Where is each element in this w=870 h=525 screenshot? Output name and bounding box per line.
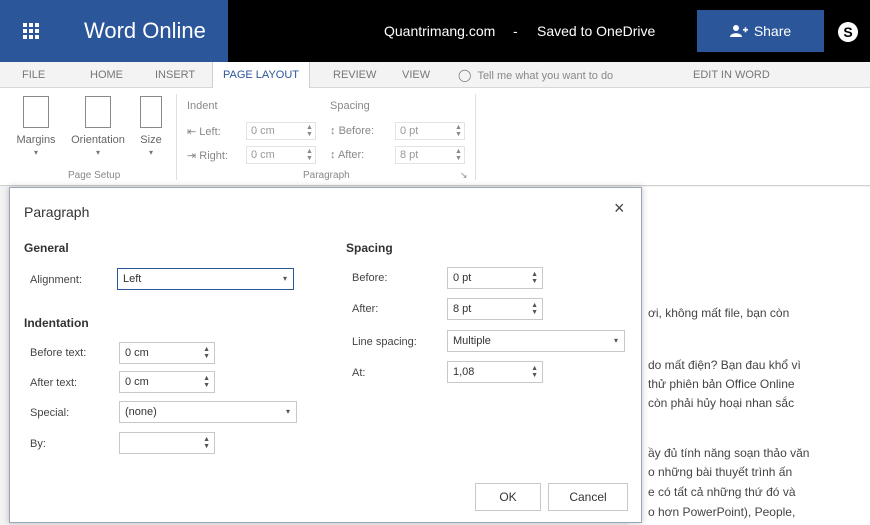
stepper-icon[interactable]: ▲ ▼ <box>531 365 538 379</box>
special-label: Special: <box>30 407 70 419</box>
ribbon-tabs: FILE HOME INSERT PAGE LAYOUT REVIEW VIEW… <box>0 62 870 88</box>
line-spacing-select[interactable]: Multiple ▾ <box>447 330 625 352</box>
tab-review[interactable]: REVIEW <box>333 62 376 88</box>
tab-view[interactable]: VIEW <box>402 62 430 88</box>
indent-right-icon: ⇥ <box>187 150 200 162</box>
tell-me-search[interactable]: ◯ Tell me what you want to do <box>458 62 613 88</box>
tab-file[interactable]: FILE <box>22 62 45 88</box>
spacing-before-dialog-input[interactable]: 0 pt ▲ ▼ <box>447 267 543 289</box>
stepper-icon[interactable]: ▲ ▼ <box>203 346 210 360</box>
before-text-input[interactable]: 0 cm ▲ ▼ <box>119 342 215 364</box>
stepper-icon[interactable]: ▲ ▼ <box>531 271 538 285</box>
ok-button[interactable]: OK <box>475 483 541 511</box>
add-person-icon <box>729 25 748 37</box>
spacing-before-spinner[interactable]: ▲ ▼ <box>455 124 462 138</box>
stepper-icon[interactable]: ▲ ▼ <box>203 375 210 389</box>
before-text-label: Before text: <box>30 347 87 359</box>
skype-icon[interactable]: S <box>838 22 858 42</box>
indent-right-spinner[interactable]: ▲ ▼ <box>306 148 313 162</box>
size-button[interactable]: Size ▾ <box>136 96 166 157</box>
tab-home[interactable]: HOME <box>90 62 123 88</box>
doc-text-line: thử phiên bản Office Online <box>648 377 795 391</box>
spacing-before-dialog-label: Before: <box>352 272 388 284</box>
page-setup-group-label: Page Setup <box>68 170 121 181</box>
lightbulb-icon: ◯ <box>458 68 472 82</box>
size-icon <box>140 96 162 128</box>
app-launcher-button[interactable] <box>0 0 62 62</box>
alignment-label: Alignment: <box>30 274 82 286</box>
indent-left-icon: ⇤ <box>187 126 200 138</box>
group-divider <box>176 94 177 180</box>
spacing-heading: Spacing <box>346 241 393 255</box>
doc-text-line: còn phải hủy hoại nhan sắc <box>648 396 795 410</box>
chevron-down-icon: ▾ <box>148 148 153 157</box>
by-input[interactable]: ▲ ▼ <box>119 432 215 454</box>
spacing-before-label: ↕ Before: <box>330 125 375 137</box>
close-icon[interactable]: × <box>614 198 625 219</box>
margins-button[interactable]: Margins ▾ <box>14 96 58 157</box>
size-label: Size <box>140 134 162 146</box>
app-name[interactable]: Word Online <box>62 0 228 62</box>
tab-insert[interactable]: INSERT <box>155 62 195 88</box>
title-separator: - <box>513 23 518 39</box>
spacing-before-icon: ↕ <box>330 125 339 137</box>
margins-icon <box>23 96 49 128</box>
indent-right-label: ⇥ Right: <box>187 150 229 162</box>
alignment-select[interactable]: Left ▾ <box>117 268 294 290</box>
chevron-down-icon: ▾ <box>282 274 287 283</box>
doc-text-line: do mất điện? Bạn đau khổ vì <box>648 358 801 372</box>
at-input[interactable]: 1,08 ▲ ▼ <box>447 361 543 383</box>
spacing-after-label: ↕ After: <box>330 149 365 161</box>
document-title[interactable]: Quantrimang.com <box>384 0 495 62</box>
doc-text-line: o hơn PowerPoint), People, <box>648 505 796 519</box>
spacing-after-dialog-input[interactable]: 8 pt ▲ ▼ <box>447 298 543 320</box>
tab-edit-in-word[interactable]: EDIT IN WORD <box>693 62 770 88</box>
stepper-icon[interactable]: ▲ ▼ <box>203 436 210 450</box>
doc-text-line: o những bài thuyết trình ấn <box>648 465 793 479</box>
indent-left-spinner[interactable]: ▲ ▼ <box>306 124 313 138</box>
paragraph-dialog: Paragraph × General Alignment: Left ▾ Ind… <box>9 187 642 523</box>
orientation-button[interactable]: Orientation ▾ <box>66 96 130 157</box>
group-divider <box>475 94 476 180</box>
save-status: Saved to OneDrive <box>537 23 656 39</box>
at-label: At: <box>352 367 366 379</box>
chevron-down-icon: ▾ <box>613 336 618 345</box>
chevron-down-icon: ▾ <box>285 407 290 416</box>
share-label: Share <box>753 23 792 39</box>
share-button[interactable]: Share <box>697 10 824 52</box>
after-text-label: After text: <box>30 377 78 389</box>
doc-text-line: ầy đủ tính năng soạn thảo văn <box>648 446 810 460</box>
general-heading: General <box>24 241 69 255</box>
line-spacing-label: Line spacing: <box>352 336 417 348</box>
stepper-icon[interactable]: ▲ ▼ <box>531 302 538 316</box>
after-text-input[interactable]: 0 cm ▲ ▼ <box>119 371 215 393</box>
waffle-icon <box>23 23 39 39</box>
spacing-after-dialog-label: After: <box>352 303 379 315</box>
tab-page-layout[interactable]: PAGE LAYOUT <box>212 62 311 88</box>
title-bar: Word Online Quantrimang.com - Saved to O… <box>0 0 870 62</box>
chevron-down-icon: ▾ <box>33 148 38 157</box>
spacing-after-icon: ↕ <box>330 149 338 161</box>
spacing-heading: Spacing <box>330 100 370 112</box>
doc-text-line: e có tất cả những thứ đó và <box>648 485 796 499</box>
doc-text-line: ơi, không mất file, bạn còn <box>648 306 790 320</box>
by-label: By: <box>30 438 46 450</box>
paragraph-group-label: Paragraph <box>303 170 350 181</box>
orientation-icon <box>85 96 111 128</box>
chevron-down-icon: ▾ <box>95 148 100 157</box>
dialog-title: Paragraph <box>24 204 90 220</box>
cancel-button[interactable]: Cancel <box>548 483 628 511</box>
ribbon: Margins ▾ Orientation ▾ Size ▾ Page Setu… <box>0 88 870 186</box>
special-select[interactable]: (none) ▾ <box>119 401 297 423</box>
dialog-launcher-icon[interactable]: ↘ <box>460 170 468 181</box>
indent-left-label: ⇤ Left: <box>187 126 221 138</box>
spacing-after-spinner[interactable]: ▲ ▼ <box>455 148 462 162</box>
indentation-heading: Indentation <box>24 316 89 330</box>
indent-heading: Indent <box>187 100 218 112</box>
tell-me-text: Tell me what you want to do <box>477 70 614 82</box>
orientation-label: Orientation <box>71 134 125 146</box>
margins-label: Margins <box>16 134 56 146</box>
